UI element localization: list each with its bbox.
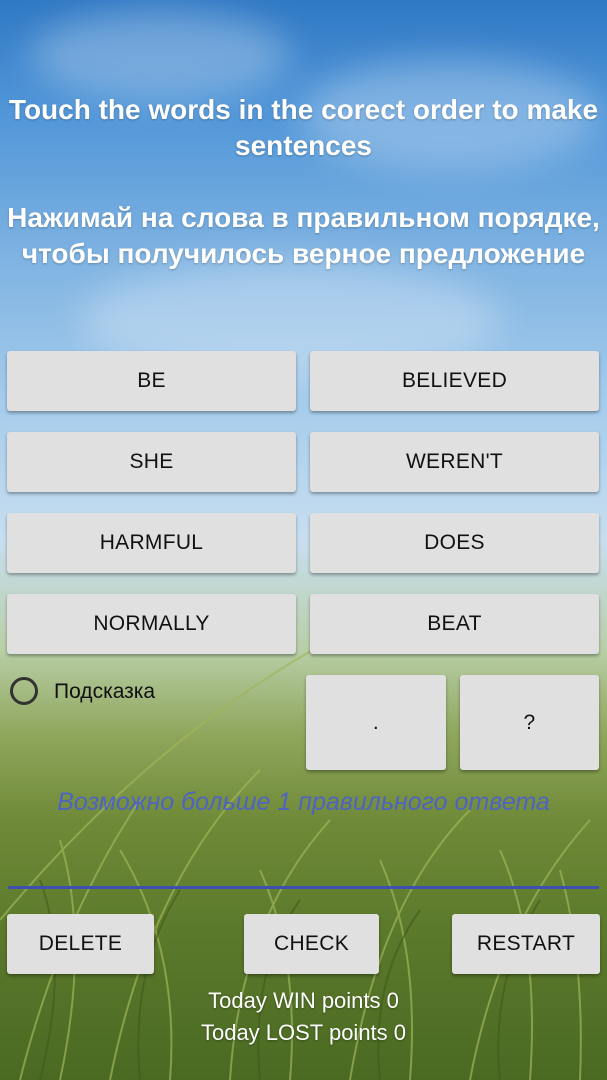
check-button[interactable]: CHECK xyxy=(244,914,379,974)
hint-label[interactable]: Подсказка xyxy=(54,680,155,704)
word-button[interactable]: HARMFUL xyxy=(7,513,296,573)
title-russian: Нажимай на слова в правильном порядке, ч… xyxy=(7,202,600,269)
answer-underline xyxy=(8,886,599,889)
word-button[interactable]: DOES xyxy=(310,513,599,573)
multiple-answers-notice: Возможно больше 1 правильного ответа xyxy=(57,788,550,816)
word-button[interactable]: SHE xyxy=(7,432,296,492)
restart-button[interactable]: RESTART xyxy=(452,914,600,974)
lost-points: Today LOST points 0 xyxy=(200,1020,407,1045)
cloud xyxy=(30,10,290,100)
answer-field[interactable] xyxy=(8,830,599,886)
period-button[interactable]: . xyxy=(306,675,446,770)
hint-radio-button[interactable] xyxy=(10,677,38,705)
word-button[interactable]: BE xyxy=(7,351,296,411)
word-button[interactable]: BEAT xyxy=(310,594,599,654)
delete-button[interactable]: DELETE xyxy=(7,914,154,974)
word-button[interactable]: BELIEVED xyxy=(310,351,599,411)
win-points: Today WIN points 0 xyxy=(208,988,399,1013)
word-button[interactable]: NORMALLY xyxy=(7,594,296,654)
title-english: Touch the words in the corect order to m… xyxy=(8,94,599,161)
word-button[interactable]: WEREN'T xyxy=(310,432,599,492)
question-mark-button[interactable]: ? xyxy=(460,675,599,770)
